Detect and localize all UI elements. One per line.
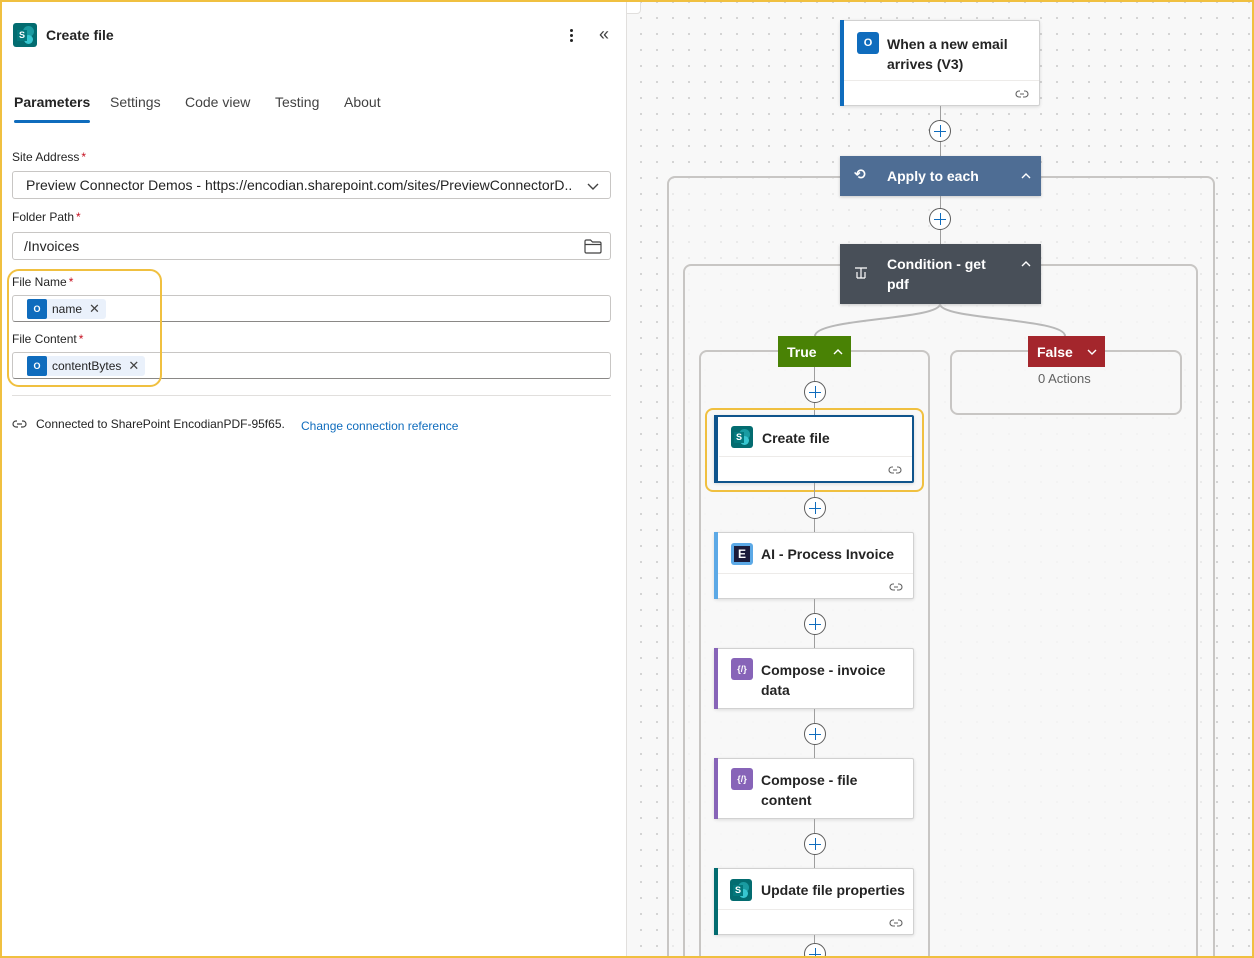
action-card-create-file[interactable]: S Create file [714,415,914,483]
more-options-icon[interactable] [564,25,578,45]
false-branch-label[interactable]: False [1028,336,1105,367]
required-marker: * [81,150,87,164]
file-content-input[interactable]: O contentBytes ✕ [12,352,611,379]
folder-path-input[interactable]: /Invoices [12,232,611,260]
false-branch-empty-text: 0 Actions [1038,371,1091,386]
card-accent [714,648,718,709]
add-step-button[interactable] [804,381,826,403]
add-step-button[interactable] [804,723,826,745]
required-marker: * [76,210,81,224]
connection-link-icon [888,466,902,474]
panel-title: Create file [46,27,114,43]
connection-text: Connected to SharePoint EncodianPDF-95f6… [36,417,285,431]
true-label-text: True [787,343,817,360]
file-name-input[interactable]: O name ✕ [12,295,611,322]
chevron-down-icon [587,183,599,190]
card-footer [719,456,912,481]
connection-link-icon [889,583,903,591]
connection-link-icon [889,919,903,927]
action-card-compose-file-content[interactable]: {/} Compose - file content [714,758,914,819]
collapse-panel-icon[interactable]: « [599,23,615,47]
folder-path-label-text: Folder Path [12,210,75,224]
action-title: Update file properties [761,882,905,898]
folder-path-value: /Invoices [24,238,80,254]
add-step-button[interactable] [804,943,826,958]
dynamic-content-token[interactable]: O contentBytes ✕ [27,355,146,376]
compose-icon: {/} [731,768,753,790]
action-title: Create file [762,430,830,446]
outlook-icon: O [27,298,47,319]
action-details-panel: S Create file « Parameters Settings Code… [0,0,627,958]
tab-code-view[interactable]: Code view [185,94,250,110]
encodian-icon: E [731,543,753,565]
sharepoint-icon: S [731,426,753,448]
site-address-label: Site Address * [12,150,86,164]
connection-link-icon [12,420,27,428]
file-name-label: File Name * [12,275,73,289]
action-title: Compose - invoice data [761,662,886,698]
false-label-text: False [1037,343,1073,360]
compose-icon: {/} [731,658,753,680]
chevron-up-icon [833,349,843,355]
add-step-button[interactable] [804,833,826,855]
required-marker: * [78,332,84,346]
site-address-label-text: Site Address [12,150,80,164]
tab-settings[interactable]: Settings [110,94,161,110]
connection-info: Connected to SharePoint EncodianPDF-95f6… [12,417,285,431]
file-name-label-text: File Name [12,275,67,289]
sharepoint-icon: S [730,879,752,901]
tab-testing[interactable]: Testing [275,94,319,110]
dynamic-content-token[interactable]: O name ✕ [27,298,106,319]
tab-parameters[interactable]: Parameters [14,94,91,123]
remove-token-icon[interactable]: ✕ [89,301,100,317]
folder-path-label: Folder Path * [12,210,81,224]
change-connection-link[interactable]: Change connection reference [301,419,458,433]
required-marker: * [68,275,74,289]
chevron-down-icon [1087,349,1097,355]
folder-picker-icon[interactable] [584,239,602,254]
site-address-dropdown[interactable]: Preview Connector Demos - https://encodi… [12,171,611,199]
action-card-ai-process-invoice[interactable]: E AI - Process Invoice [714,532,914,599]
action-title: Compose - file content [761,772,858,808]
branch-connectors [814,303,1066,337]
add-step-button[interactable] [804,497,826,519]
panel-header: S Create file « [13,23,613,47]
token-label: contentBytes [52,358,122,373]
add-step-button[interactable] [804,613,826,635]
tab-about[interactable]: About [344,94,381,110]
site-address-value: Preview Connector Demos - https://encodi… [26,177,571,193]
action-card-compose-invoice-data[interactable]: {/} Compose - invoice data [714,648,914,709]
collapse-button[interactable]: Collapse [627,0,641,14]
file-content-label-text: File Content [12,332,77,346]
outlook-icon: O [27,355,47,376]
card-accent [714,415,718,483]
action-title: AI - Process Invoice [761,546,895,562]
card-footer [718,909,913,934]
sharepoint-icon: S [13,23,37,47]
file-content-label: File Content * [12,332,83,346]
flow-canvas[interactable]: Collapse O When a new email arrives (V3)… [627,0,1254,958]
divider [12,395,611,396]
card-accent [714,758,718,819]
remove-token-icon[interactable]: ✕ [128,358,139,374]
token-label: name [52,301,83,316]
card-footer [718,573,913,598]
action-card-update-file-properties[interactable]: S Update file properties [714,868,914,935]
true-branch-label[interactable]: True [778,336,851,367]
